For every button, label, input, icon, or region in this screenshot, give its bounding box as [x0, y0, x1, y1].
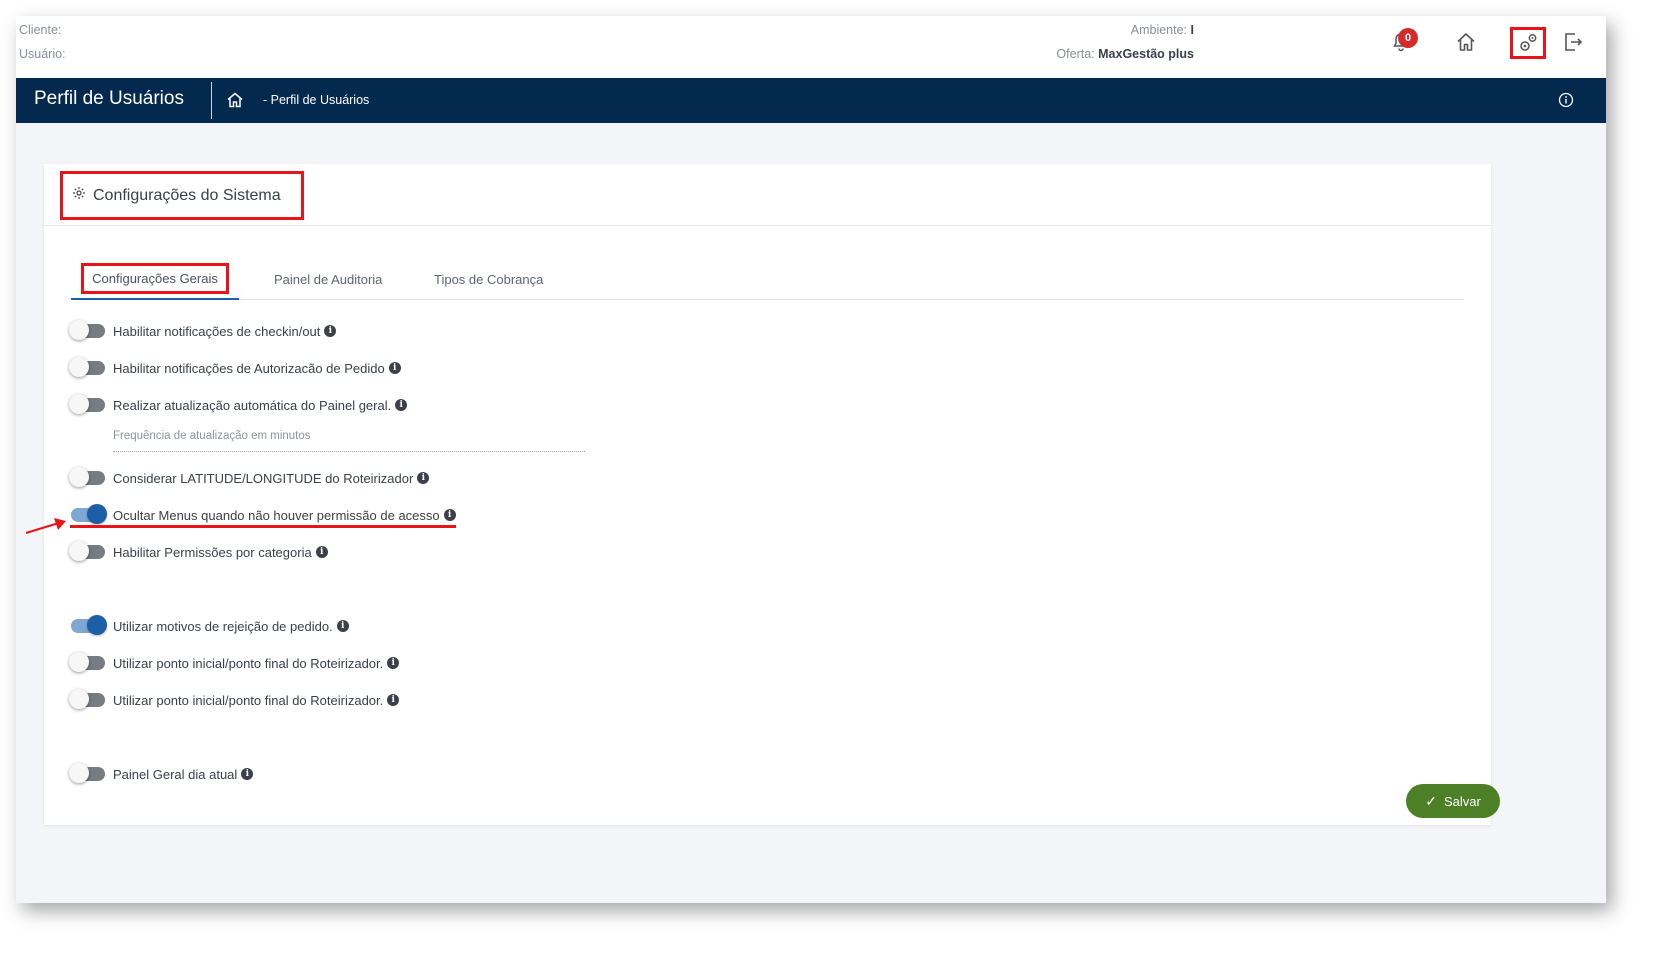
info-icon[interactable]: i: [395, 399, 408, 411]
environment-value: I: [1190, 23, 1194, 37]
toggle-switch[interactable]: [69, 689, 105, 709]
setting-row: Habilitar notificações de checkin/out i: [69, 320, 337, 342]
setting-label: Painel Geral dia atual: [113, 766, 238, 782]
toggle-switch[interactable]: [69, 541, 105, 561]
toggle-switch[interactable]: [69, 652, 105, 672]
info-icon[interactable]: i: [336, 620, 349, 632]
divider: [211, 82, 212, 119]
home-icon[interactable]: [1453, 29, 1479, 55]
settings-gear-icon[interactable]: [1510, 27, 1546, 59]
environment-label: Ambiente:: [1130, 23, 1188, 37]
info-icon[interactable]: i: [387, 694, 400, 706]
breadcrumb-home-icon[interactable]: [226, 91, 244, 114]
gear-icon: [72, 186, 86, 205]
highlight-underline: [70, 525, 456, 528]
client-label: Cliente:: [19, 23, 62, 37]
offer-info: Oferta: MaxGestão plus: [1056, 47, 1194, 61]
setting-row: Utilizar ponto inicial/ponto final do Ro…: [69, 689, 400, 711]
info-icon[interactable]: i: [241, 768, 254, 780]
setting-row: Realizar atualização automática do Paine…: [69, 394, 408, 416]
card-header: Configurações do Sistema: [44, 164, 1491, 226]
setting-label: Realizar atualização automática do Paine…: [113, 397, 392, 413]
info-icon[interactable]: [1558, 92, 1574, 113]
toggle-switch[interactable]: [71, 504, 107, 524]
setting-label: Utilizar ponto inicial/ponto final do Ro…: [113, 655, 384, 671]
setting-row: Utilizar motivos de rejeição de pedido. …: [71, 615, 349, 637]
setting-row: Habilitar Permissões por categoria i: [69, 541, 328, 563]
tab-label: Configurações Gerais: [81, 262, 229, 294]
setting-label: Considerar LATITUDE/LONGITUDE do Roteiri…: [113, 470, 414, 486]
info-icon[interactable]: i: [417, 472, 430, 484]
setting-label: Utilizar ponto inicial/ponto final do Ro…: [113, 692, 384, 708]
save-label: Salvar: [1443, 793, 1481, 809]
check-icon: ✓: [1425, 792, 1437, 809]
toggle-switch[interactable]: [69, 357, 105, 377]
info-icon[interactable]: i: [388, 362, 401, 374]
user-label: Usuário:: [19, 47, 66, 61]
settings-card: Configurações do Sistema Configurações G…: [25, 164, 1491, 825]
tab-billing-types[interactable]: Tipos de Cobrança: [434, 258, 543, 300]
offer-label: Oferta:: [1056, 47, 1095, 61]
setting-label: Ocultar Menus quando não houver permissã…: [113, 507, 440, 523]
setting-label: Habilitar Permissões por categoria: [113, 544, 312, 560]
setting-row: Painel Geral dia atual i: [69, 763, 254, 785]
tab-general-settings[interactable]: Configurações Gerais: [71, 258, 239, 300]
offer-value: MaxGestão plus: [1098, 47, 1194, 61]
setting-label: Utilizar motivos de rejeição de pedido.: [113, 618, 333, 634]
logout-icon[interactable]: [1560, 29, 1586, 55]
setting-row: Considerar LATITUDE/LONGITUDE do Roteiri…: [69, 467, 430, 489]
card-title-box: Configurações do Sistema: [60, 171, 304, 220]
notification-badge[interactable]: 0: [1398, 28, 1418, 48]
breadcrumb[interactable]: - Perfil de Usuários: [263, 93, 369, 107]
toggle-switch[interactable]: [69, 394, 105, 414]
info-icon[interactable]: i: [443, 509, 456, 521]
save-button[interactable]: ✓ Salvar: [1406, 784, 1500, 818]
header-navbar: Perfil de Usuários - Perfil de Usuários: [16, 78, 1606, 123]
card-title: Configurações do Sistema: [93, 186, 281, 204]
info-icon[interactable]: i: [324, 325, 337, 337]
tab-bar: Configurações Gerais Painel de Auditoria…: [71, 258, 1464, 300]
tab-audit-panel[interactable]: Painel de Auditoria: [274, 258, 382, 300]
setting-row: Ocultar Menus quando não houver permissã…: [71, 504, 456, 526]
info-icon[interactable]: i: [315, 546, 328, 558]
top-bar: Cliente: Usuário: Ambiente: I Oferta: Ma…: [16, 16, 1606, 78]
app-window: Cliente: Usuário: Ambiente: I Oferta: Ma…: [16, 16, 1606, 903]
environment-info: Ambiente: I: [1131, 23, 1194, 37]
setting-row: Utilizar ponto inicial/ponto final do Ro…: [69, 652, 400, 674]
toggle-switch[interactable]: [69, 320, 105, 340]
annotation-arrow-icon: [24, 516, 70, 541]
frequency-input[interactable]: Frequência de atualização em minutos: [113, 430, 585, 452]
setting-label: Habilitar notificações de Autorizacão de…: [113, 360, 385, 376]
info-icon[interactable]: i: [387, 657, 400, 669]
toggle-switch[interactable]: [71, 615, 107, 635]
page-title: Perfil de Usuários: [34, 88, 184, 109]
toggle-switch[interactable]: [69, 467, 105, 487]
toggle-switch[interactable]: [69, 763, 105, 783]
setting-label: Habilitar notificações de checkin/out: [113, 323, 321, 339]
setting-row: Habilitar notificações de Autorizacão de…: [69, 357, 401, 379]
